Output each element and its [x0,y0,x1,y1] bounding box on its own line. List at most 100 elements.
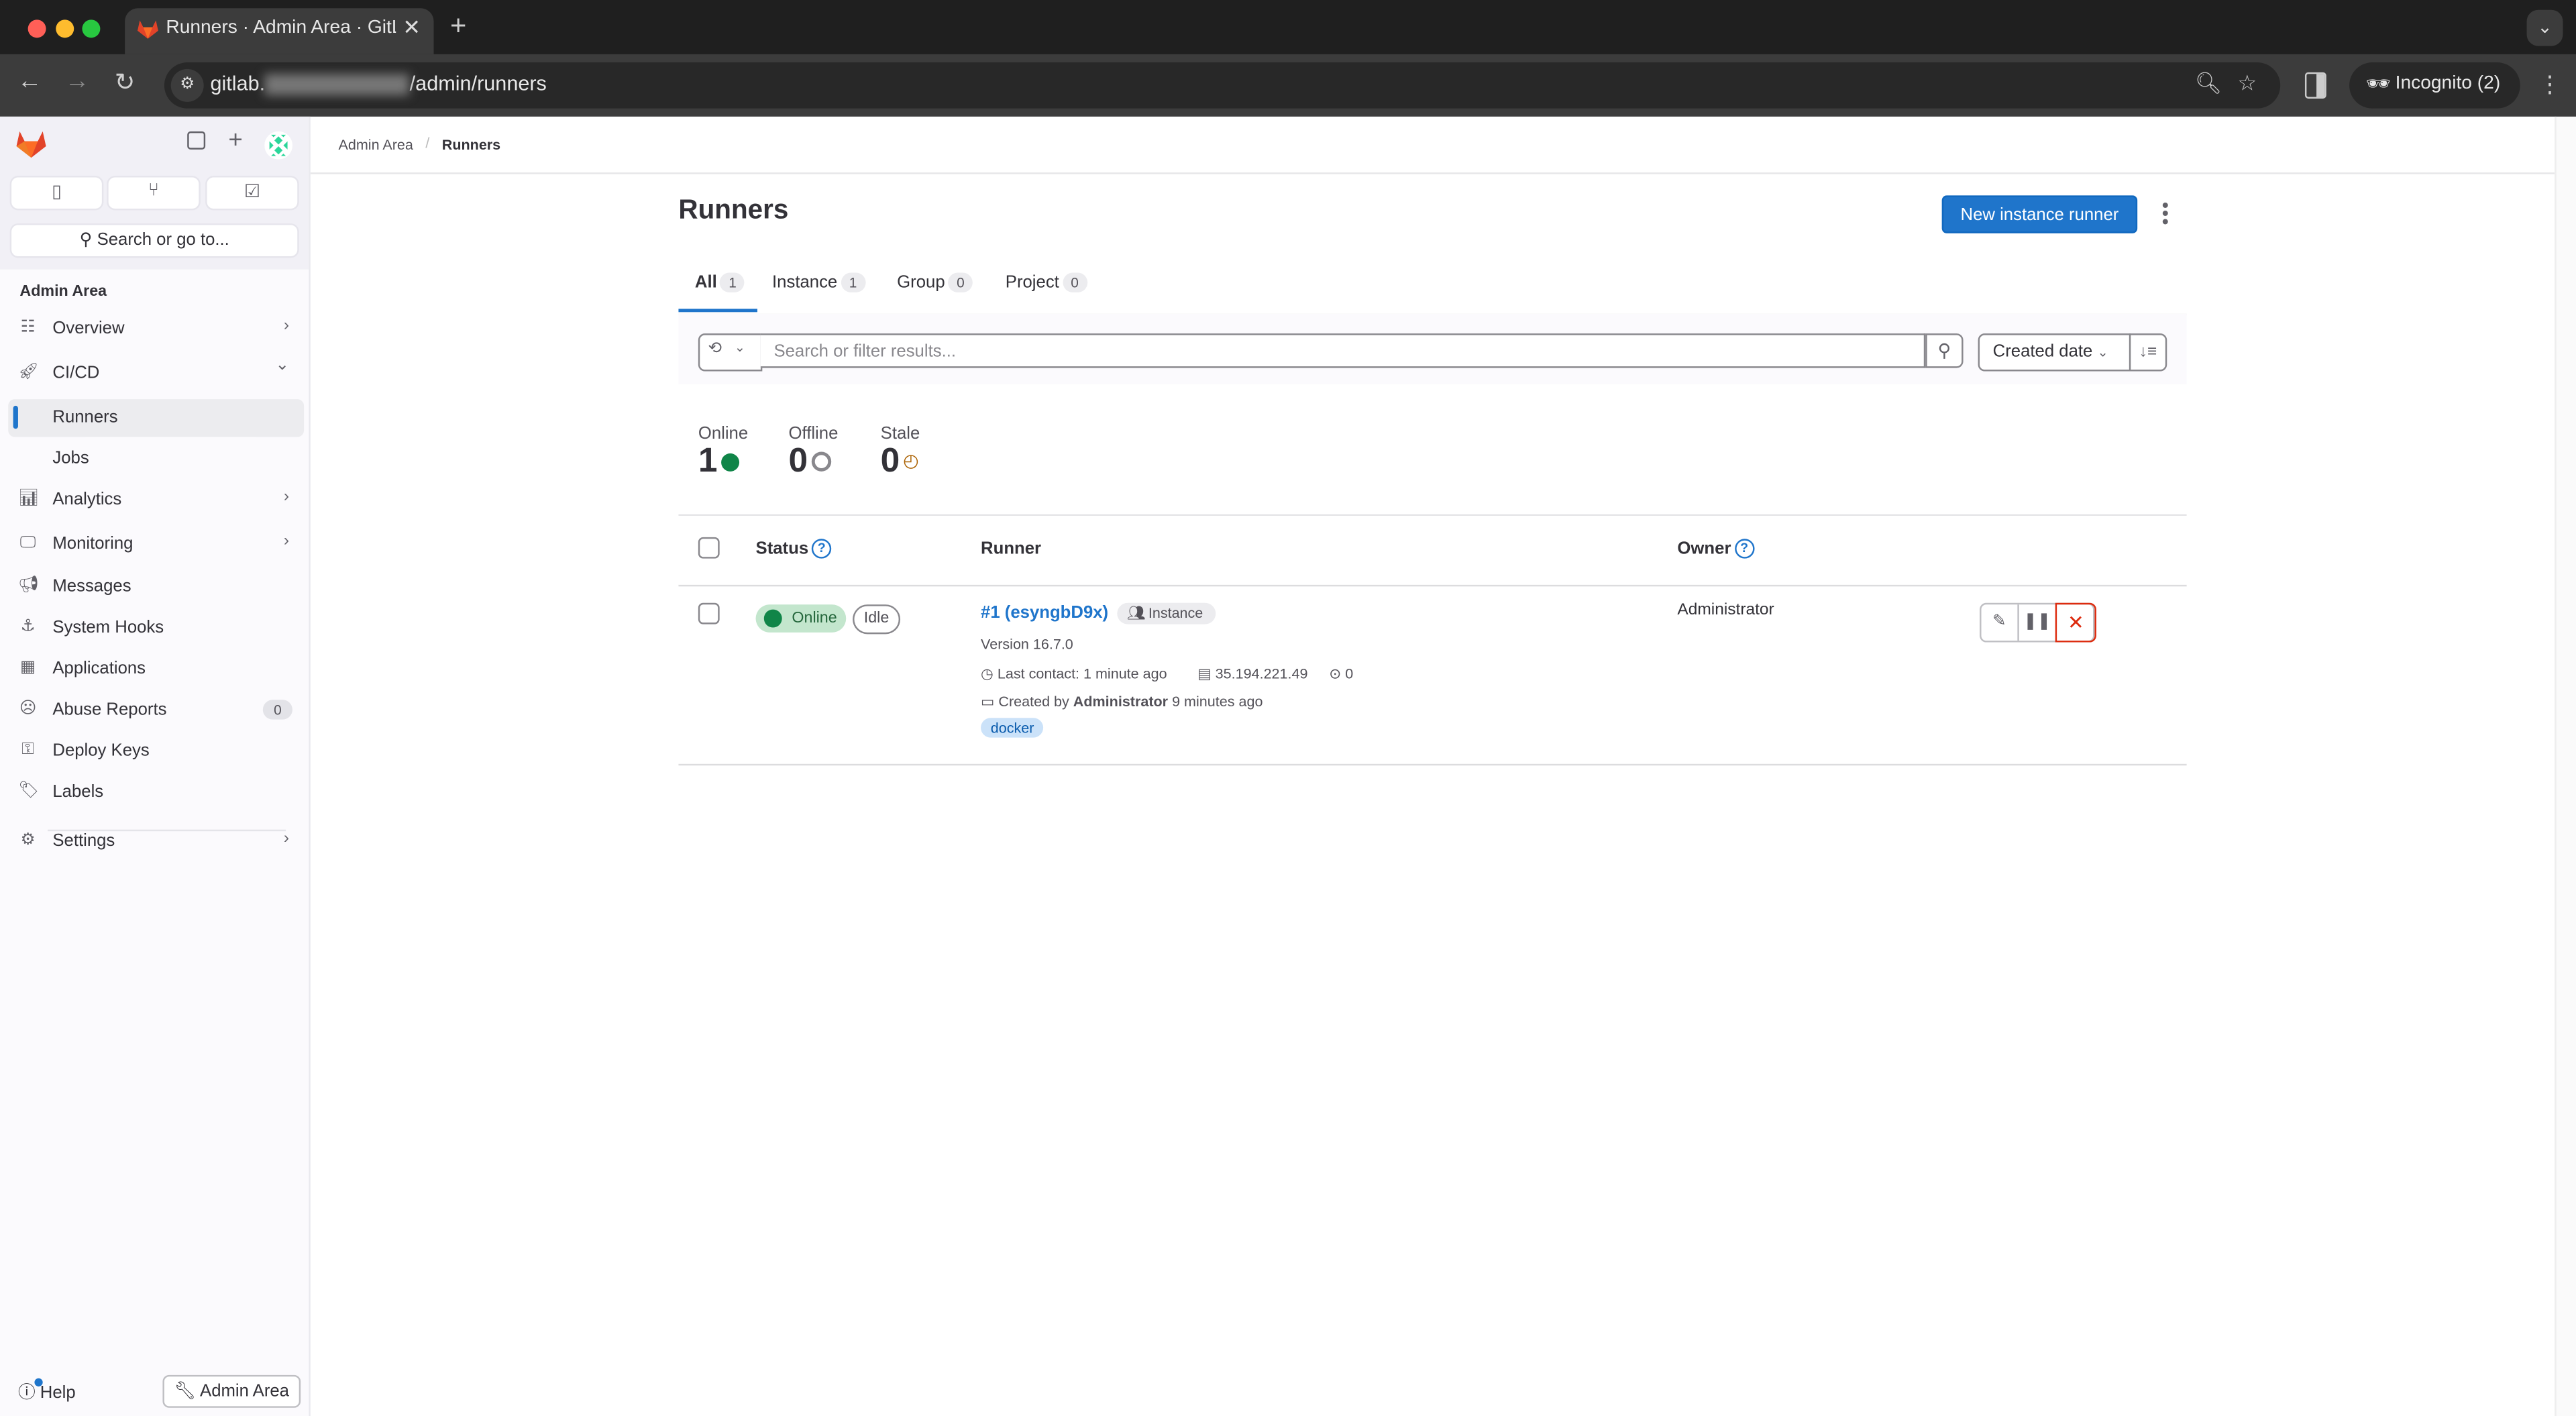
sidebar: + ▯ ⑂ ☑ ⚲ Search or go to... Admin Area … [0,116,311,1416]
online-dot-icon [763,609,782,628]
create-new-plus-icon[interactable]: + [228,127,242,155]
sidebar-item-labels[interactable]: 🏷︎ Labels [8,773,304,811]
pause-runner-button[interactable]: ❚❚ [2017,604,2055,641]
sidebar-section-title: Admin Area [19,282,107,301]
chevron-down-icon: ⌄ [734,339,746,355]
history-icon: ⟲ [708,339,722,358]
issues-button[interactable]: ▯ [11,177,102,209]
search-filter-input[interactable]: Search or filter results... [760,333,1926,368]
sidebar-top: + ▯ ⑂ ☑ ⚲ Search or go to... [0,116,309,270]
server-icon: ▤ [1197,665,1212,682]
new-instance-runner-button[interactable]: New instance runner [1941,195,2138,233]
sidebar-item-runners[interactable]: Runners [8,399,305,437]
status-help-icon[interactable]: ? [812,539,832,559]
new-tab-button[interactable]: + [450,10,466,43]
help-button[interactable]: ⓘ Help [18,1378,76,1405]
page-scrollbar[interactable] [2555,116,2576,1416]
zoom-icon[interactable]: 🔍︎ [2195,70,2222,97]
calendar-icon: ▭ [981,693,995,710]
edit-runner-button[interactable]: ✎ [1981,604,2017,641]
todo-check-icon: ☑ [244,182,261,203]
sidebar-search-button[interactable]: ⚲ Search or go to... [11,225,298,257]
tab-title: Runners · Admin Area · GitLab [166,17,396,38]
tab-all[interactable]: All 1 [695,272,745,292]
anchor-icon: ⚓︎ [20,617,36,636]
chevron-right-icon: › [283,317,290,335]
runner-ip-address: ▤ 35.194.221.49 [1197,665,1308,682]
chevron-right-icon: › [283,488,290,506]
key-icon: ⚿ [21,741,34,759]
merge-requests-button[interactable]: ⑂ [108,177,199,209]
sidebar-item-analytics[interactable]: 📊︎ Analytics › [8,482,304,519]
sort-by-dropdown[interactable]: Created date ⌄ [1978,333,2131,372]
table-row: Online Idle #1 (esyngbD9x) 👥︎ Instance Ve… [678,583,2187,766]
toggle-sidebar-icon[interactable] [187,131,206,150]
row-select-checkbox[interactable] [698,602,720,624]
tab-search-chevron-icon[interactable]: ⌄ [2526,9,2563,46]
close-window-button[interactable] [28,19,46,38]
status-badge-idle: Idle [853,604,901,635]
owner-help-icon[interactable]: ? [1734,539,1754,559]
back-arrow-icon[interactable]: ← [13,67,46,95]
more-actions-icon[interactable]: • • • [2160,195,2170,231]
pencil-icon: ✎ [1992,612,2006,631]
site-settings-icon[interactable]: ⚙ [170,68,204,102]
chevron-down-icon: ⌄ [2097,345,2108,360]
tab-count: 1 [841,272,865,292]
tab-project[interactable]: Project 0 [1006,272,1087,292]
search-icon: ⚲ [79,229,97,250]
redacted-domain [265,74,410,96]
runner-actions: ✎ ❚❚ ✕ [1980,602,2096,643]
search-submit-button[interactable]: ⚲ [1925,333,1964,368]
bookmark-star-icon[interactable]: ☆ [2238,70,2257,97]
users-icon: 👥︎ [1127,604,1146,621]
incognito-button[interactable]: 🕶︎ Incognito (2) [2349,62,2520,109]
admin-area-button[interactable]: 🔧︎ Admin Area [162,1374,301,1408]
sidebar-item-system-hooks[interactable]: ⚓︎ System Hooks [8,610,304,647]
tab-count: 0 [1062,272,1087,292]
reload-icon[interactable]: ↻ [109,67,142,97]
main-content: Admin Area / Runners Runners New instanc… [310,116,2555,1416]
forward-arrow-icon[interactable]: → [61,67,94,95]
sidebar-item-cicd[interactable]: 🚀︎ CI/CD ⌄ [8,355,304,392]
label-icon: 🏷︎ [17,781,40,800]
gitlab-logo-icon[interactable] [15,129,48,159]
recent-searches-button[interactable]: ⟲ ⌄ [698,333,763,372]
tab-instance[interactable]: Instance 1 [772,272,865,292]
sidebar-item-overview[interactable]: ☷ Overview › [8,311,304,348]
browser-menu-icon[interactable]: ⋮ [2538,70,2561,99]
sort-direction-button[interactable]: ↓≡ [2129,333,2167,372]
page-title: Runners [678,195,789,225]
browser-tab[interactable]: Runners · Admin Area · GitLab ✕ [125,8,434,54]
todos-button[interactable]: ☑ [207,177,298,209]
sidebar-item-abuse-reports[interactable]: ☹ Abuse Reports 0 [8,692,304,729]
stat-stale: Stale 0 ◴ [880,423,920,480]
minimize-window-button[interactable] [56,19,74,38]
user-avatar[interactable] [264,131,292,160]
select-all-checkbox[interactable] [698,537,720,559]
clock-icon: ◷ [981,665,994,682]
sidebar-item-settings[interactable]: ⚙ Settings › [8,823,304,861]
side-panel-icon[interactable] [2304,72,2326,99]
filter-bar: ⟲ ⌄ Search or filter results... ⚲ Created… [678,313,2187,385]
rocket-icon: 🚀︎ [17,363,40,382]
runner-tag[interactable]: docker [981,718,1044,738]
runner-name-link[interactable]: #1 (esyngbD9x) [981,603,1108,622]
tab-group[interactable]: Group 0 [897,272,973,292]
address-bar[interactable]: ⚙ gitlab./admin/runners 🔍︎ ☆ [164,62,2281,109]
overview-icon: ☷ [20,319,36,337]
tab-count: 0 [948,272,973,292]
sidebar-item-deploy-keys[interactable]: ⚿ Deploy Keys [8,732,304,770]
chevron-right-icon: › [283,532,290,551]
sidebar-item-monitoring[interactable]: 🖵︎ Monitoring › [8,526,304,563]
sidebar-item-messages[interactable]: 📢︎ Messages [8,568,304,606]
maximize-window-button[interactable] [82,19,101,38]
breadcrumb-runners[interactable]: Runners [442,136,500,152]
sidebar-item-applications[interactable]: ▦ Applications [8,651,304,688]
creator-link[interactable]: Administrator [1073,693,1168,709]
sidebar-item-jobs[interactable]: Jobs [8,440,304,478]
delete-runner-button[interactable]: ✕ [2055,602,2096,643]
breadcrumb-admin-area[interactable]: Admin Area [338,136,413,152]
tab-close-icon[interactable]: ✕ [402,15,421,41]
browser-titlebar: Runners · Admin Area · GitLab ✕ + ⌄ [0,0,2576,54]
